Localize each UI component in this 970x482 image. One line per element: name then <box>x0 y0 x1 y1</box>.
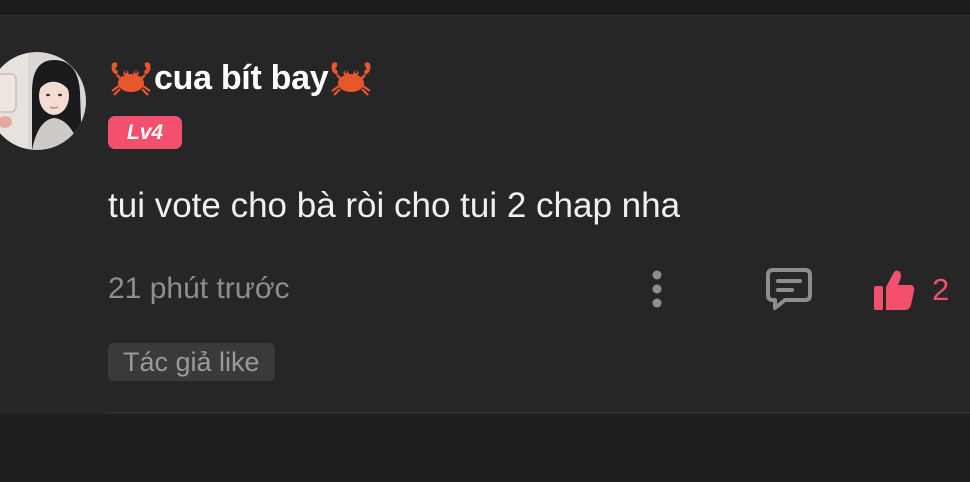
top-strip <box>0 0 970 16</box>
reply-button[interactable] <box>760 264 818 314</box>
comment-text: tui vote cho bà ròi cho tui 2 chap nha <box>108 186 681 225</box>
username-row[interactable]: cua bít bay <box>108 58 374 98</box>
level-badge: Lv4 <box>108 116 182 149</box>
divider <box>108 412 970 413</box>
more-options-button[interactable] <box>640 266 674 312</box>
author-like-tag: Tác giả like <box>108 343 275 381</box>
username[interactable]: cua bít bay <box>154 59 329 98</box>
comment-bubble-icon <box>766 268 812 310</box>
vertical-dots-icon <box>652 270 662 308</box>
crab-icon <box>108 58 154 98</box>
timestamp: 21 phút trước <box>108 272 290 305</box>
like-button[interactable]: 2 <box>872 264 949 316</box>
thumbs-up-icon <box>874 270 915 310</box>
like-count: 2 <box>932 272 950 307</box>
crab-icon <box>328 58 374 98</box>
bottom-area <box>0 414 970 482</box>
